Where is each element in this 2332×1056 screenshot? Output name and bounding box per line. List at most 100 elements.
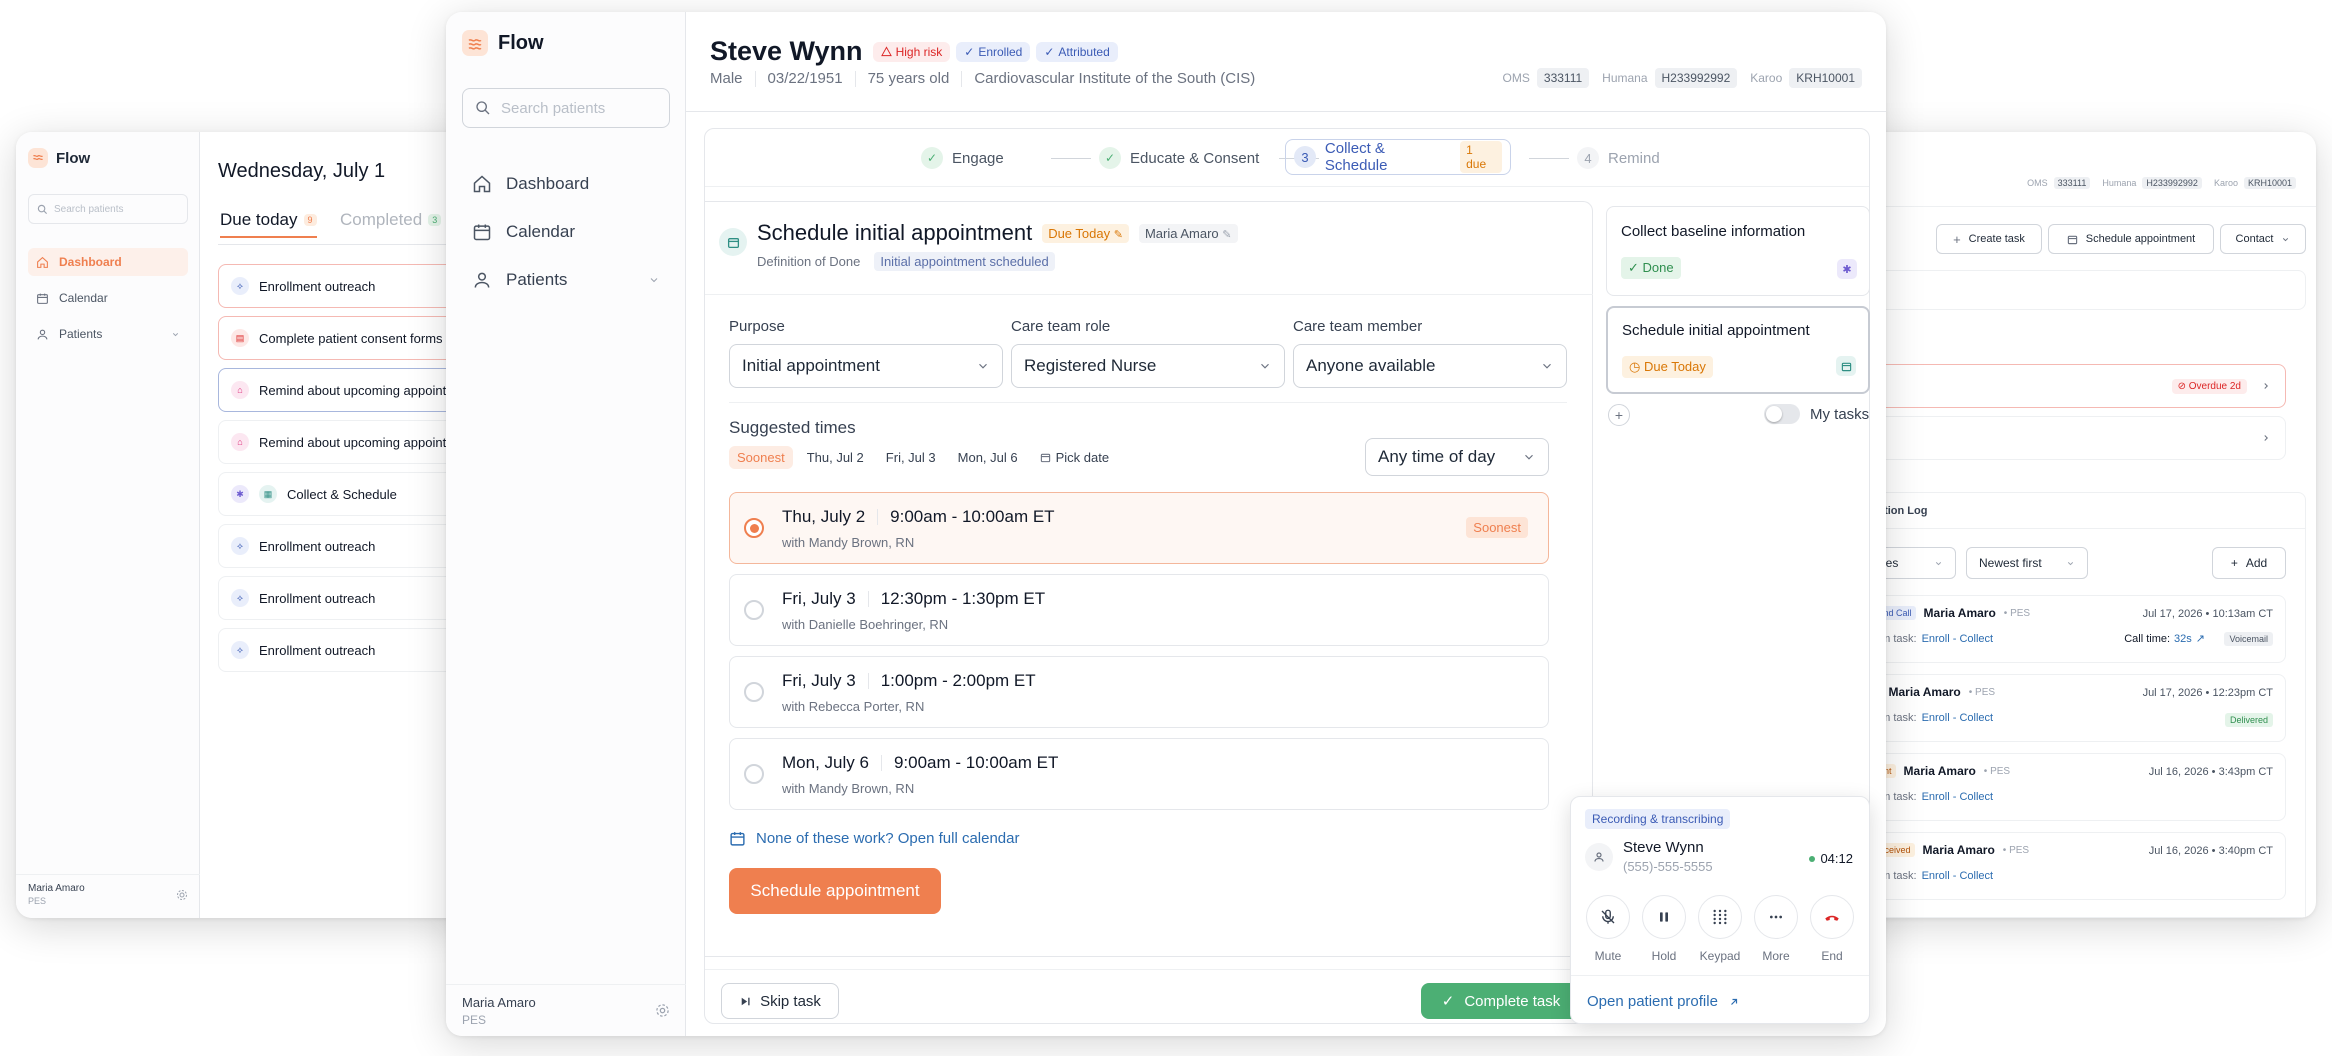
chip-soonest[interactable]: Soonest: [729, 446, 793, 469]
interaction-log-entry[interactable]: Text Received Maria Amaro • PES Jul 16, …: [1840, 832, 2286, 900]
radio-button[interactable]: [744, 600, 764, 620]
search-input[interactable]: Search patients: [28, 194, 188, 224]
settings-icon[interactable]: [176, 889, 188, 901]
chip-thu-jul-2[interactable]: Thu, Jul 2: [799, 446, 872, 469]
task-row[interactable]: ⌂ Remind about upcoming appointment: [218, 420, 476, 464]
mute-button[interactable]: Mute: [1585, 895, 1631, 963]
create-task-button[interactable]: + Create task: [1936, 224, 2042, 254]
calendar-icon: ▦: [259, 485, 277, 503]
tab-due-today[interactable]: Due today 9: [220, 210, 317, 238]
task-row[interactable]: ⌂ Remind about upcoming appointment: [218, 368, 476, 412]
chip-fri-jul-3[interactable]: Fri, Jul 3: [878, 446, 944, 469]
tab-completed[interactable]: Completed 3: [340, 210, 442, 230]
mic-off-icon: [1586, 895, 1630, 939]
sidebar-item-dashboard[interactable]: Dashboard: [462, 166, 670, 202]
chevron-right-icon: [2264, 435, 2268, 441]
sidebar-item-calendar[interactable]: Calendar: [28, 284, 188, 312]
check-icon: ✓: [1099, 147, 1121, 169]
contact-dropdown[interactable]: Contact: [2220, 224, 2306, 254]
side-task-collect-baseline[interactable]: Collect baseline information ✓ Done ✱: [1606, 206, 1870, 296]
sidebar-item-dashboard[interactable]: Dashboard: [28, 248, 188, 276]
radio-button[interactable]: [744, 682, 764, 702]
add-task-button[interactable]: +: [1608, 404, 1630, 426]
call-widget: Recording & transcribing Steve Wynn (555…: [1570, 796, 1870, 1024]
left-sidebar: Flow Search patients Dashboard Calendar …: [16, 132, 200, 918]
hold-button[interactable]: Hold: [1641, 895, 1687, 963]
step-educate-consent[interactable]: ✓ Educate & Consent: [1099, 147, 1259, 169]
keypad-icon: [1698, 895, 1742, 939]
step-collect-schedule[interactable]: 3 Collect & Schedule 1 due: [1285, 139, 1511, 175]
task-type-icon: ⌂: [231, 433, 249, 451]
open-full-calendar-link[interactable]: None of these work? Open full calendar: [729, 830, 1020, 847]
chip-pick-date[interactable]: Pick date: [1032, 446, 1117, 469]
search-icon: [37, 204, 48, 214]
task-type-icon: ⟡: [231, 537, 249, 555]
task-row[interactable]: ⟡ Enrollment outreach: [218, 524, 476, 568]
appointment-slot-option[interactable]: Mon, July 6 9:00am - 10:00am ET with Man…: [729, 738, 1549, 810]
task-label: Enrollment outreach: [259, 642, 376, 658]
slot-date: Mon, July 6: [782, 753, 869, 772]
task-link[interactable]: Enroll - Collect: [1922, 712, 1994, 724]
appointment-slot-option[interactable]: Fri, July 3 12:30pm - 1:30pm ET with Dan…: [729, 574, 1549, 646]
chevron-down-icon: [979, 363, 987, 369]
open-patient-profile-link[interactable]: Open patient profile: [1587, 993, 1740, 1010]
task-link[interactable]: Enroll - Collect: [1922, 791, 1994, 803]
chevron-down-icon: [1525, 454, 1533, 460]
background-dashboard-window: Flow Search patients Dashboard Calendar …: [16, 132, 476, 918]
care-team-member-label: Care team member: [1293, 318, 1423, 335]
schedule-appointment-button[interactable]: Schedule appointment: [729, 868, 941, 914]
slot-provider: with Mandy Brown, RN: [782, 535, 915, 550]
overdue-badge: ⊘ Overdue 2d: [2171, 378, 2247, 394]
more-button[interactable]: More: [1753, 895, 1799, 963]
task-row[interactable]: ⟡ Enrollment outreach: [218, 576, 476, 620]
calendar-icon: [1040, 453, 1050, 463]
end-call-button[interactable]: End: [1809, 895, 1855, 963]
step-remind[interactable]: 4 Remind: [1577, 147, 1660, 169]
radio-button[interactable]: [744, 518, 764, 538]
sort-select[interactable]: Newest first: [1966, 547, 2088, 579]
purpose-select[interactable]: Initial appointment: [729, 344, 1003, 388]
task-row[interactable]: ✱ ▦ Collect & Schedule: [218, 472, 476, 516]
my-tasks-toggle[interactable]: My tasks: [1764, 404, 1869, 424]
care-team-member-select[interactable]: Anyone available: [1293, 344, 1567, 388]
call-time-link[interactable]: 32s: [2174, 633, 2192, 645]
interaction-log-entry[interactable]: Email Maria Amaro • PES Jul 17, 2026 • 1…: [1840, 674, 2286, 742]
skip-task-button[interactable]: Skip task: [721, 983, 839, 1019]
interaction-log-entry[interactable]: Outbound Call Maria Amaro • PES Jul 17, …: [1840, 595, 2286, 663]
schedule-appointment-button[interactable]: Schedule appointment: [2048, 224, 2214, 254]
delivery-status-badge: Voicemail: [2224, 632, 2273, 646]
interaction-log-entry[interactable]: Text Sent Maria Amaro • PES Jul 16, 2026…: [1840, 753, 2286, 821]
task-row[interactable]: ⟡ Enrollment outreach: [218, 264, 476, 308]
task-link[interactable]: Enroll - Collect: [1922, 633, 1994, 645]
complete-task-button[interactable]: ✓ Complete task: [1421, 983, 1581, 1019]
settings-icon[interactable]: [655, 1003, 670, 1018]
sidebar-item-calendar[interactable]: Calendar: [462, 214, 670, 250]
due-today-badge[interactable]: Due Today ✎: [1042, 223, 1129, 243]
task-row[interactable]: ▤ Complete patient consent forms: [218, 316, 476, 360]
time-of-day-select[interactable]: Any time of day: [1365, 438, 1549, 476]
step-engage[interactable]: ✓ Engage: [921, 147, 1004, 169]
appointment-slot-option[interactable]: Fri, July 3 1:00pm - 2:00pm ET with Rebe…: [729, 656, 1549, 728]
appointment-slot-option[interactable]: Thu, July 2 9:00am - 10:00am ET with Man…: [729, 492, 1549, 564]
task-row[interactable]: [1840, 416, 2286, 460]
care-team-role-select[interactable]: Registered Nurse: [1011, 344, 1285, 388]
sidebar-item-patients[interactable]: Patients: [462, 262, 670, 298]
overdue-task-row[interactable]: ⊘ Overdue 2d: [1840, 364, 2286, 408]
side-task-schedule-initial[interactable]: Schedule initial appointment ◷ Due Today: [1606, 306, 1870, 394]
chip-mon-jul-6[interactable]: Mon, Jul 6: [950, 446, 1026, 469]
toggle-switch[interactable]: [1764, 404, 1800, 424]
assignee-badge[interactable]: Maria Amaro ✎: [1138, 223, 1238, 243]
slot-time: 12:30pm - 1:30pm ET: [880, 589, 1046, 608]
sidebar-item-patients[interactable]: Patients: [28, 320, 188, 348]
purpose-label: Purpose: [729, 318, 785, 335]
add-interaction-button[interactable]: + Add: [2212, 547, 2286, 579]
definition-of-done-value: Initial appointment scheduled: [874, 252, 1055, 271]
pencil-icon: ✎: [1222, 228, 1232, 241]
task-type-icon: ▤: [231, 329, 249, 347]
keypad-button[interactable]: Keypad: [1697, 895, 1743, 963]
task-row[interactable]: ⟡ Enrollment outreach: [218, 628, 476, 672]
interaction-author: Maria Amaro: [1922, 843, 1995, 857]
search-input[interactable]: Search patients: [462, 88, 670, 128]
radio-button[interactable]: [744, 764, 764, 784]
task-link[interactable]: Enroll - Collect: [1922, 870, 1994, 882]
